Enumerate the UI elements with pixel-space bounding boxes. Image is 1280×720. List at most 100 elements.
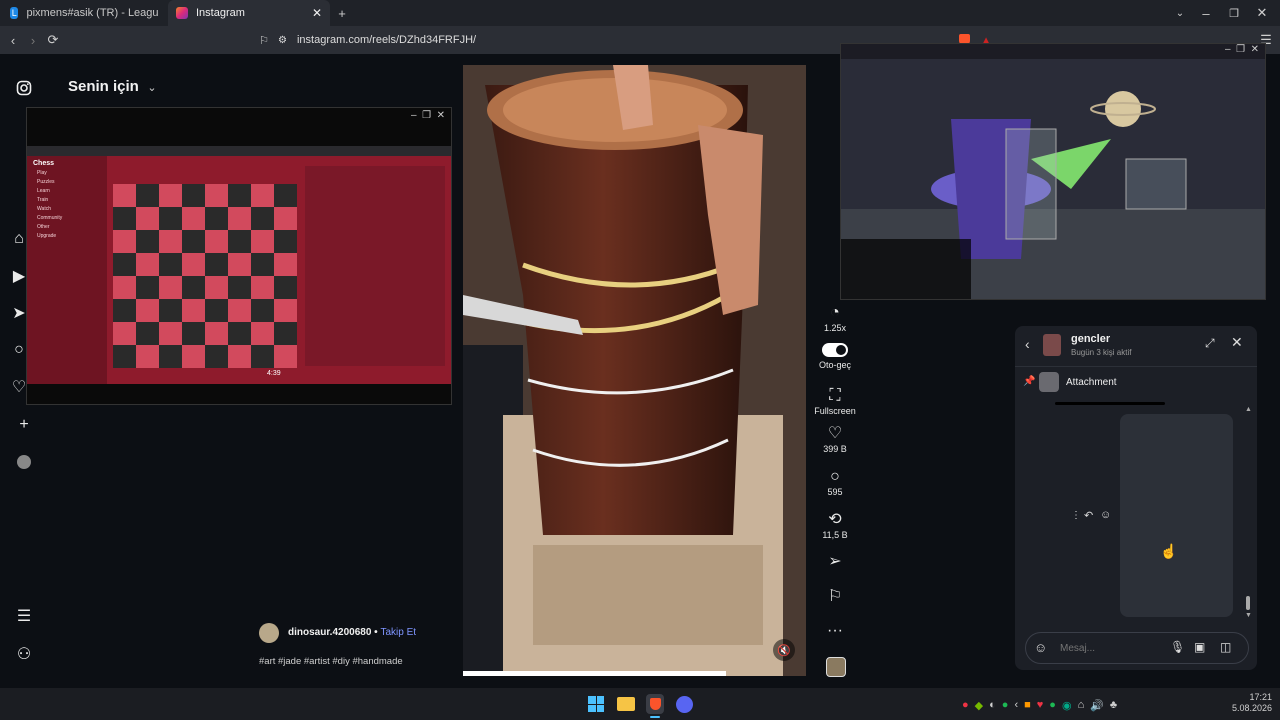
board-square[interactable] bbox=[182, 253, 205, 276]
board-square[interactable] bbox=[228, 207, 251, 230]
more-options-button[interactable]: ··· bbox=[815, 621, 855, 641]
tray-app-icon[interactable]: ● bbox=[1002, 699, 1009, 711]
direct-icon[interactable]: ➤ bbox=[12, 303, 25, 323]
reel-video[interactable]: 🔇 bbox=[463, 65, 806, 676]
board-square[interactable] bbox=[136, 207, 159, 230]
board-square[interactable] bbox=[251, 253, 274, 276]
pip-window-controls[interactable]: – ❐ ✕ bbox=[1225, 44, 1259, 55]
board-square[interactable] bbox=[159, 230, 182, 253]
board-square[interactable] bbox=[136, 299, 159, 322]
fullscreen-button[interactable]: ⛶ Fullscreen bbox=[812, 386, 858, 416]
board-square[interactable] bbox=[251, 184, 274, 207]
audio-thumbnail[interactable] bbox=[826, 657, 846, 677]
notifications-icon[interactable]: ♡ bbox=[12, 377, 26, 397]
autoplay-toggle[interactable]: Oto-geç bbox=[815, 340, 855, 370]
board-square[interactable] bbox=[228, 276, 251, 299]
reels-icon[interactable]: ▶ bbox=[13, 266, 25, 286]
board-square[interactable] bbox=[182, 207, 205, 230]
follow-link[interactable]: Takip Et bbox=[380, 627, 416, 638]
board-square[interactable] bbox=[182, 322, 205, 345]
share-button[interactable]: ➢ bbox=[815, 552, 855, 572]
close-window-icon[interactable]: ✕ bbox=[1254, 4, 1270, 22]
comment-button[interactable]: ○ 595 bbox=[815, 467, 855, 497]
board-square[interactable] bbox=[228, 184, 251, 207]
board-square[interactable] bbox=[136, 345, 159, 368]
sticker-icon[interactable]: ◫ bbox=[1220, 640, 1231, 654]
bookmark-page-icon[interactable]: ⚐ bbox=[256, 31, 272, 49]
chess-menu-item[interactable]: Community bbox=[37, 214, 107, 223]
chess-menu-item[interactable]: Watch bbox=[37, 205, 107, 214]
tray-app-icon[interactable]: ♣ bbox=[1110, 699, 1117, 711]
chevron-down-icon[interactable]: ⌄ bbox=[146, 80, 158, 94]
board-square[interactable] bbox=[274, 345, 297, 368]
author-avatar[interactable] bbox=[259, 623, 279, 643]
reply-icon[interactable]: ↶ bbox=[1084, 509, 1093, 522]
board-square[interactable] bbox=[205, 345, 228, 368]
emoji-icon[interactable]: ☺ bbox=[1034, 640, 1047, 655]
board-square[interactable] bbox=[182, 276, 205, 299]
speed-control[interactable]: ◔ 1.25x bbox=[815, 303, 855, 333]
board-square[interactable] bbox=[113, 253, 136, 276]
board-square[interactable] bbox=[113, 230, 136, 253]
feed-title[interactable]: Senin için bbox=[68, 78, 139, 95]
board-square[interactable] bbox=[136, 184, 159, 207]
board-square[interactable] bbox=[113, 276, 136, 299]
board-square[interactable] bbox=[182, 230, 205, 253]
chat-back-icon[interactable]: ‹ bbox=[1025, 336, 1030, 352]
board-square[interactable] bbox=[205, 276, 228, 299]
site-info-icon[interactable]: ⚙ bbox=[278, 35, 287, 46]
board-square[interactable] bbox=[251, 276, 274, 299]
tray-app-icon[interactable]: ♥ bbox=[1037, 699, 1044, 711]
message-more-icon[interactable]: ⋮ bbox=[1071, 510, 1081, 521]
board-square[interactable] bbox=[136, 276, 159, 299]
message-input[interactable] bbox=[1058, 639, 1162, 657]
tray-app-icon[interactable]: ◐ bbox=[989, 699, 996, 711]
pip-window-controls[interactable]: – ❐ ✕ bbox=[411, 110, 445, 121]
volume-icon[interactable]: 🔊 bbox=[1090, 699, 1104, 712]
board-square[interactable] bbox=[113, 184, 136, 207]
chess-menu-item[interactable]: Learn bbox=[37, 187, 107, 196]
image-icon[interactable]: ▣ bbox=[1194, 640, 1205, 654]
board-square[interactable] bbox=[274, 184, 297, 207]
tab-leagueofgraphs[interactable]: L pixmens#asik (TR) - LeagueOfGraphs bbox=[2, 0, 166, 26]
board-square[interactable] bbox=[274, 322, 297, 345]
board-square[interactable] bbox=[251, 322, 274, 345]
board-square[interactable] bbox=[113, 322, 136, 345]
tab-instagram[interactable]: Instagram ✕ bbox=[168, 0, 330, 26]
author-username[interactable]: dinosaur.4200680 bbox=[288, 627, 371, 638]
tray-app-icon[interactable]: ■ bbox=[1024, 699, 1031, 711]
board-square[interactable] bbox=[251, 230, 274, 253]
chess-board[interactable] bbox=[113, 184, 297, 368]
board-square[interactable] bbox=[159, 184, 182, 207]
wifi-icon[interactable]: ⌂ bbox=[1078, 699, 1085, 711]
reload-icon[interactable]: ⟳ bbox=[44, 31, 62, 49]
board-square[interactable] bbox=[182, 299, 205, 322]
chess-menu-item[interactable]: Puzzles bbox=[37, 178, 107, 187]
board-square[interactable] bbox=[182, 345, 205, 368]
brave-browser-icon[interactable] bbox=[646, 694, 664, 714]
board-square[interactable] bbox=[159, 299, 182, 322]
board-square[interactable] bbox=[205, 299, 228, 322]
board-square[interactable] bbox=[159, 276, 182, 299]
chess-pip-window[interactable]: – ❐ ✕ Chess Play Puzzles Learn Train Watch Co… bbox=[26, 107, 452, 405]
scroll-down-icon[interactable]: ▼ bbox=[1245, 612, 1252, 619]
expand-chat-icon[interactable]: ⤢ bbox=[1205, 336, 1215, 351]
chevron-up-icon[interactable]: ‹ bbox=[1014, 699, 1018, 711]
close-chat-icon[interactable]: ✕ bbox=[1231, 334, 1243, 351]
board-square[interactable] bbox=[228, 345, 251, 368]
group-avatar[interactable] bbox=[1043, 334, 1061, 356]
board-square[interactable] bbox=[251, 299, 274, 322]
microphone-icon[interactable]: 🎙 bbox=[1170, 640, 1185, 654]
board-square[interactable] bbox=[205, 184, 228, 207]
board-square[interactable] bbox=[159, 322, 182, 345]
close-tab-icon[interactable]: ✕ bbox=[312, 6, 322, 20]
chat-scrollbar[interactable]: ▲ ▼ bbox=[1245, 406, 1252, 620]
board-square[interactable] bbox=[251, 345, 274, 368]
board-square[interactable] bbox=[274, 299, 297, 322]
minimize-window-icon[interactable]: – bbox=[1198, 4, 1214, 22]
board-square[interactable] bbox=[159, 207, 182, 230]
chess-menu-item[interactable]: Other bbox=[37, 223, 107, 232]
home-icon[interactable]: ⌂ bbox=[14, 229, 24, 249]
board-square[interactable] bbox=[113, 345, 136, 368]
board-square[interactable] bbox=[136, 230, 159, 253]
